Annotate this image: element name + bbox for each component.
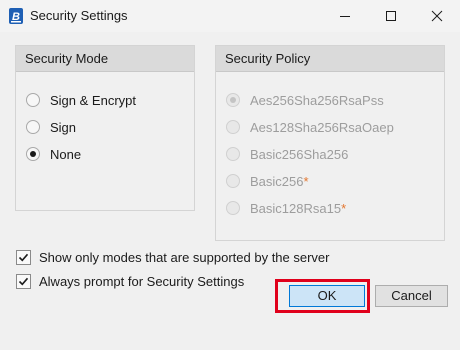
radio-label: Sign	[50, 120, 77, 135]
deprecated-marker: *	[303, 174, 309, 189]
title-bar: B Security Settings	[0, 0, 460, 32]
radio-label: Basic128Rsa15*	[250, 201, 347, 216]
radio-button[interactable]	[226, 147, 240, 161]
checkmark-icon	[18, 277, 29, 286]
show-supported-only-label: Show only modes that are supported by th…	[39, 250, 330, 265]
radio-button-selected[interactable]	[26, 147, 40, 161]
radio-label: Aes128Sha256RsaOaep	[250, 120, 394, 135]
always-prompt-checkbox[interactable]	[16, 274, 31, 289]
security-mode-header: Security Mode	[16, 46, 194, 72]
security-policy-title: Security Policy	[225, 51, 311, 66]
always-prompt-label: Always prompt for Security Settings	[39, 274, 245, 289]
security-mode-title: Security Mode	[25, 51, 109, 66]
radio-label: Aes256Sha256RsaPss	[250, 93, 384, 108]
radio-button[interactable]	[226, 120, 240, 134]
radio-label: Basic256*	[250, 174, 309, 189]
radio-button[interactable]	[226, 174, 240, 188]
cancel-button[interactable]: Cancel	[375, 285, 448, 307]
close-icon	[431, 10, 443, 22]
radio-label: Basic256Sha256	[250, 147, 349, 162]
window-title: Security Settings	[30, 8, 128, 23]
minimize-icon	[340, 16, 350, 17]
security-mode-group: Security Mode Sign & Encrypt Sign None	[15, 45, 195, 211]
radio-button-selected[interactable]	[226, 93, 240, 107]
maximize-icon	[386, 11, 396, 21]
radio-button[interactable]	[26, 93, 40, 107]
minimize-button[interactable]	[322, 0, 368, 32]
security-policy-group: Security Policy Aes256Sha256RsaPss Aes12…	[215, 45, 445, 241]
show-supported-only-checkbox[interactable]	[16, 250, 31, 265]
app-icon: B	[9, 8, 23, 24]
radio-label: Sign & Encrypt	[50, 93, 136, 108]
ok-button[interactable]: OK	[289, 285, 365, 307]
security-policy-header: Security Policy	[216, 46, 444, 72]
radio-button[interactable]	[226, 201, 240, 215]
maximize-button[interactable]	[368, 0, 414, 32]
radio-button[interactable]	[26, 120, 40, 134]
close-button[interactable]	[414, 0, 460, 32]
radio-label: None	[50, 147, 82, 162]
checkmark-icon	[18, 253, 29, 262]
deprecated-marker: *	[341, 201, 347, 216]
